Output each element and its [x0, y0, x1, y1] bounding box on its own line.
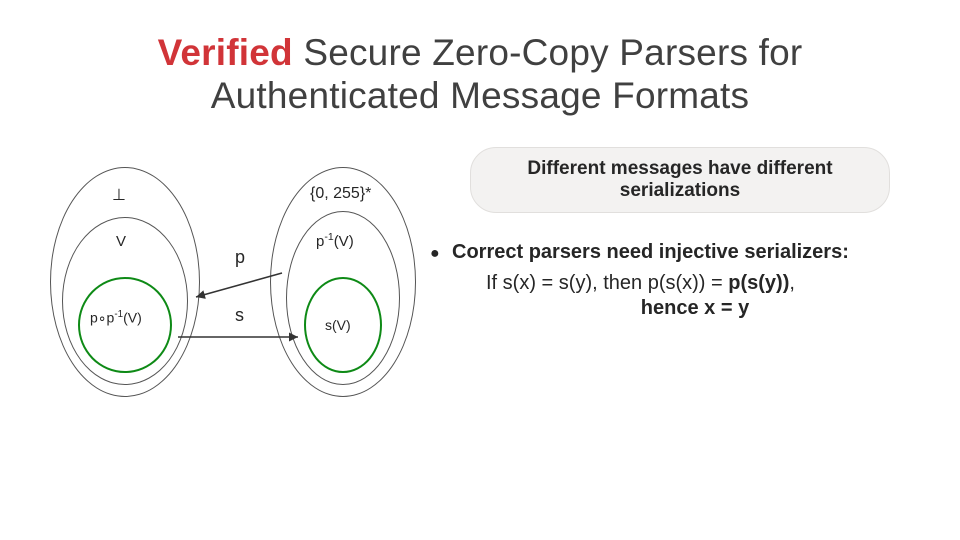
bullet-dot-icon: ●	[430, 239, 452, 266]
subline-c: ,	[789, 272, 795, 294]
arrow-label-s: s	[235, 305, 244, 326]
bullet-strong: injective serializers	[659, 241, 842, 263]
subline-a: If s(x) = s(y), then p(s(x)) =	[486, 272, 728, 294]
bullet-subline: If s(x) = s(y), then p(s(x)) = p(s(y)),	[486, 272, 920, 295]
right-column: Different messages have different serial…	[420, 147, 920, 417]
bullet-lead: Correct parsers need	[452, 241, 659, 263]
title-emphasis: Verified	[158, 32, 293, 73]
bullet-conclusion: hence x = y	[470, 297, 920, 320]
set-diagram: ⊥ V p∘p-1(V) {0, 255}* p-1(V) s(V) p s	[40, 147, 420, 417]
title-part1: Secure Zero-Copy Parsers for	[293, 32, 803, 73]
title-line2: Authenticated Message Formats	[211, 75, 749, 116]
arrow-p	[196, 273, 282, 297]
callout-bubble: Different messages have different serial…	[470, 147, 890, 213]
bullet-tail: :	[842, 241, 849, 263]
bullet-list: ● Correct parsers need injective seriali…	[430, 239, 920, 320]
bullet-text: Correct parsers need injective serialize…	[452, 239, 849, 266]
arrow-label-p: p	[235, 247, 245, 268]
subline-b: p(s(y))	[728, 272, 789, 294]
slide-body: ⊥ V p∘p-1(V) {0, 255}* p-1(V) s(V) p s	[40, 147, 920, 417]
slide-title: Verified Secure Zero-Copy Parsers for Au…	[40, 32, 920, 117]
slide: Verified Secure Zero-Copy Parsers for Au…	[0, 0, 960, 540]
bubble-line2: serializations	[620, 180, 740, 201]
bubble-line1: Different messages have different	[527, 158, 832, 179]
bullet-item: ● Correct parsers need injective seriali…	[430, 239, 920, 266]
arrows-svg	[40, 147, 420, 417]
